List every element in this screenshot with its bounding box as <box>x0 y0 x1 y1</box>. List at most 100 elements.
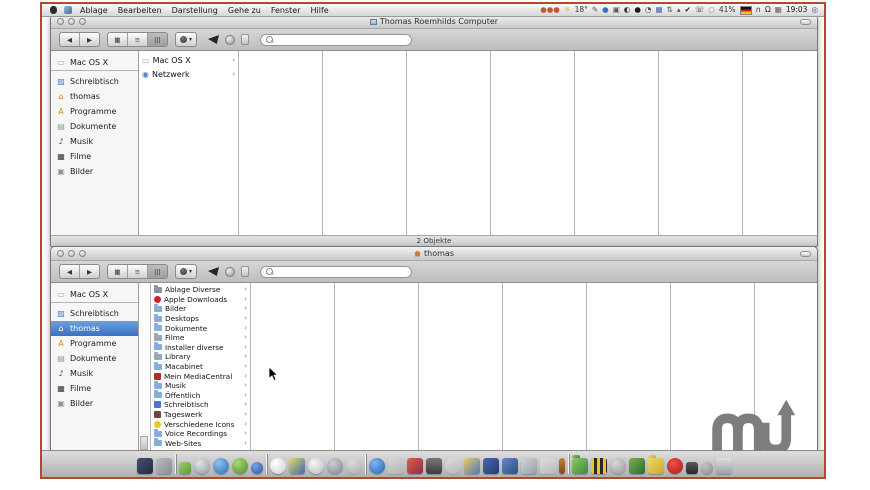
toolbar-toggle-button[interactable] <box>800 251 811 257</box>
app-icon[interactable] <box>388 458 404 474</box>
app-icon[interactable] <box>232 458 248 474</box>
sidebar-item[interactable]: ▭ Mac OS X <box>51 54 138 71</box>
column-list-item[interactable]: Musik <box>151 380 250 391</box>
column-list-item[interactable]: Web-Sites <box>151 438 250 449</box>
close-button[interactable] <box>57 18 64 25</box>
empty-column[interactable] <box>743 51 817 235</box>
sidebar-item[interactable]: ▦ Filme <box>51 149 138 164</box>
column-list-item[interactable]: Macabinet <box>151 361 250 372</box>
delete-toolbar-icon[interactable] <box>208 35 220 44</box>
menubar-menu[interactable]: Ablage <box>80 6 108 15</box>
empty-column[interactable] <box>335 283 419 452</box>
folder-icon[interactable] <box>572 455 588 474</box>
app-icon[interactable] <box>464 458 480 474</box>
window1-titlebar[interactable]: Thomas Roemhilds Computer <box>51 15 817 29</box>
half-moon-icon[interactable]: ◐ <box>624 4 631 16</box>
forward-button[interactable]: ▶ <box>80 33 99 46</box>
menubar-menu[interactable]: Fenster <box>271 6 301 15</box>
column-list-item[interactable]: Dokumente <box>151 323 250 333</box>
column-list-item[interactable]: Desktops <box>151 313 250 324</box>
column-list-item[interactable]: Ablage Diverse <box>151 284 250 295</box>
sidebar-item[interactable]: ♪ Musik <box>51 134 138 149</box>
zoom-button[interactable] <box>79 18 86 25</box>
temperature-reading[interactable]: 18° <box>575 4 588 16</box>
german-flag-icon[interactable] <box>739 5 752 15</box>
search-field[interactable] <box>260 33 413 46</box>
action-button[interactable]: ▾ <box>175 32 198 47</box>
ipod-toolbar-icon[interactable] <box>241 266 250 277</box>
empty-column[interactable] <box>503 283 587 452</box>
column-list-item[interactable]: Filme <box>151 332 250 343</box>
column-list-item[interactable]: Schreibtisch <box>151 400 250 410</box>
app-icon[interactable] <box>156 458 172 474</box>
sidebar-item[interactable]: ⌂ thomas <box>51 321 138 336</box>
app-icon[interactable] <box>502 458 518 474</box>
spotlight-icon[interactable]: ◎ <box>811 4 818 16</box>
app-icon[interactable] <box>629 458 645 474</box>
apple-menu-icon[interactable] <box>50 6 57 14</box>
empty-column[interactable] <box>587 283 671 452</box>
app-icon[interactable] <box>251 462 263 474</box>
column-list-item[interactable]: ▭ Mac OS X <box>139 53 238 67</box>
sidebar-item[interactable]: A Programme <box>51 104 138 119</box>
menubar-menu[interactable]: Bearbeiten <box>118 6 162 15</box>
sidebar-item[interactable]: A Programme <box>51 336 138 351</box>
zoom-button[interactable] <box>79 250 86 257</box>
app-icon[interactable] <box>194 458 210 474</box>
pencil-icon[interactable]: ✎ <box>592 4 598 16</box>
minimize-button[interactable] <box>68 18 75 25</box>
calendar-icon[interactable]: ▦ <box>775 4 782 16</box>
icon-view-button[interactable]: ▦ <box>108 33 128 46</box>
dock-divider[interactable] <box>175 454 176 474</box>
column-list-item[interactable]: Verschiedene Icons <box>151 419 250 429</box>
empty-column[interactable] <box>419 283 503 452</box>
blue-dot-icon[interactable]: ● <box>602 4 609 16</box>
column-list-item[interactable]: Tageswerk <box>151 410 250 420</box>
sidebar-item[interactable]: ▨ Schreibtisch <box>51 74 138 89</box>
app-icon[interactable] <box>407 458 423 474</box>
sidebar-item[interactable]: ▣ Bilder <box>51 164 138 179</box>
toolbar-toggle-button[interactable] <box>800 19 811 25</box>
sidebar-item[interactable]: ▤ Dokumente <box>51 351 138 366</box>
column-list-item[interactable]: Installer diverse <box>151 342 250 353</box>
empty-column[interactable] <box>659 51 743 235</box>
weather-icon[interactable]: ☼ <box>564 4 571 16</box>
app-icon[interactable] <box>559 458 565 474</box>
empty-column[interactable] <box>575 51 659 235</box>
sidebar-item[interactable]: ♪ Musik <box>51 366 138 381</box>
sidebar-item[interactable]: ▣ Bilder <box>51 396 138 411</box>
column-list-item[interactable]: ◉ Netzwerk <box>139 67 238 81</box>
app-icon[interactable] <box>610 458 626 474</box>
status-cluster-icon[interactable]: ●●● <box>540 4 560 16</box>
active-app-icon[interactable] <box>64 6 72 14</box>
app-icon[interactable] <box>483 458 499 474</box>
window1-column-1[interactable]: ▭ Mac OS X ◉ Netzwerk <box>139 51 239 235</box>
dock-divider[interactable] <box>568 454 569 474</box>
sidebar-item[interactable]: ▨ Schreibtisch <box>51 306 138 321</box>
empty-column[interactable] <box>407 51 491 235</box>
window2-titlebar[interactable]: thomas <box>51 247 817 261</box>
empty-column[interactable] <box>323 51 407 235</box>
headphones-icon[interactable]: ∩ <box>756 4 762 16</box>
delete-toolbar-icon[interactable] <box>208 267 220 276</box>
app-icon[interactable] <box>445 458 461 474</box>
folder-icon[interactable] <box>648 455 664 474</box>
list-view-button[interactable]: ≡ <box>128 33 148 46</box>
download-badge-icon[interactable] <box>667 458 683 474</box>
column-list-item[interactable]: Voice Recordings <box>151 428 250 439</box>
app-icon[interactable] <box>270 458 286 474</box>
battery-percent[interactable]: 41% <box>719 4 736 16</box>
timer-icon[interactable]: ◔ <box>645 4 652 16</box>
browser-icon[interactable] <box>213 458 229 474</box>
dock-divider[interactable] <box>266 454 267 474</box>
eject-icon[interactable]: ▴ <box>677 4 681 16</box>
idisk-toolbar-icon[interactable] <box>225 266 236 277</box>
app-icon[interactable] <box>308 458 324 474</box>
trash-icon[interactable] <box>716 458 732 474</box>
sidebar-item[interactable]: ▤ Dokumente <box>51 119 138 134</box>
forward-button[interactable]: ▶ <box>80 265 99 278</box>
app-icon[interactable] <box>591 458 607 474</box>
close-button[interactable] <box>57 250 64 257</box>
empty-circle-icon[interactable]: ○ <box>708 4 715 16</box>
empty-column[interactable] <box>251 283 335 452</box>
